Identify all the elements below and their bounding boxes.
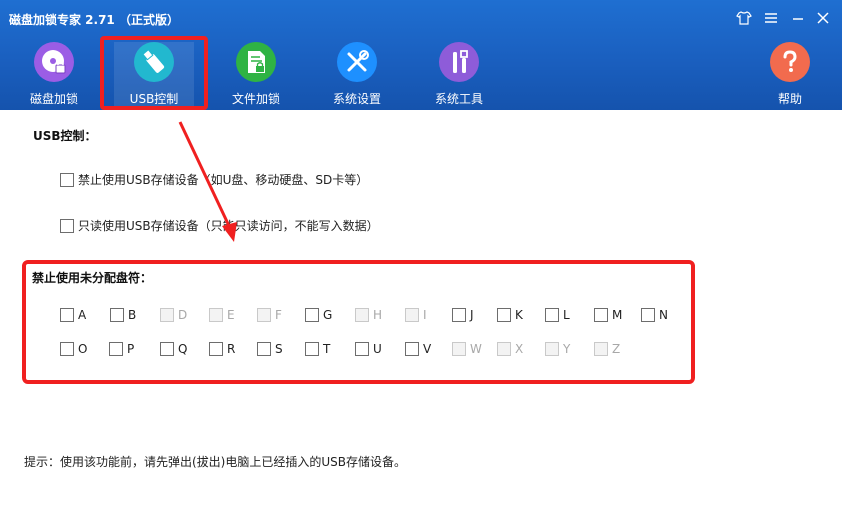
minimize-icon[interactable] [789,10,807,28]
tools-icon [439,42,479,82]
annotation-highlight-tab [100,36,208,110]
usb-readonly-label: 只读使用USB存储设备（只能只读访问，不能写入数据） [78,219,379,233]
help-icon [770,42,810,82]
close-icon[interactable] [814,10,832,28]
nav-label: 文件加锁 [231,92,280,106]
nav-label: 帮助 [777,92,802,106]
nav-system-tools[interactable]: 系统工具 [419,42,499,106]
wrench-screwdriver-icon [337,42,377,82]
header-bar: 磁盘加锁专家 2.71 （正式版） 磁盘加锁 USB控制 文件加锁 系统设置 系… [0,0,842,110]
nav-label: 系统工具 [434,92,483,106]
nav-label: 磁盘加锁 [29,92,78,106]
file-lock-icon [236,42,276,82]
window-title: 磁盘加锁专家 2.71 （正式版） [9,13,179,27]
usb-block-label: 禁止使用USB存储设备（如U盘、移动硬盘、SD卡等） [78,173,369,187]
app-window: 磁盘加锁专家 2.71 （正式版） 磁盘加锁 USB控制 文件加锁 系统设置 系… [0,0,842,512]
annotation-highlight-drives [22,260,695,384]
nav-label: 系统设置 [332,92,381,106]
usb-readonly-option[interactable]: 只读使用USB存储设备（只能只读访问，不能写入数据） [60,217,379,234]
skin-shirt-icon[interactable] [735,10,753,28]
disk-lock-icon [34,42,74,82]
hint-text: 提示：使用该功能前，请先弹出(拔出)电脑上已经插入的USB存储设备。 [24,455,406,469]
nav-help[interactable]: 帮助 [750,42,830,106]
checkbox[interactable] [60,218,74,233]
nav-file-lock[interactable]: 文件加锁 [216,42,296,106]
menu-icon[interactable] [762,10,780,28]
nav-system-settings[interactable]: 系统设置 [317,42,397,106]
checkbox[interactable] [60,172,74,187]
usb-block-option[interactable]: 禁止使用USB存储设备（如U盘、移动硬盘、SD卡等） [60,171,368,188]
usb-section-title: USB控制： [33,129,97,143]
nav-disk-lock[interactable]: 磁盘加锁 [14,42,94,106]
